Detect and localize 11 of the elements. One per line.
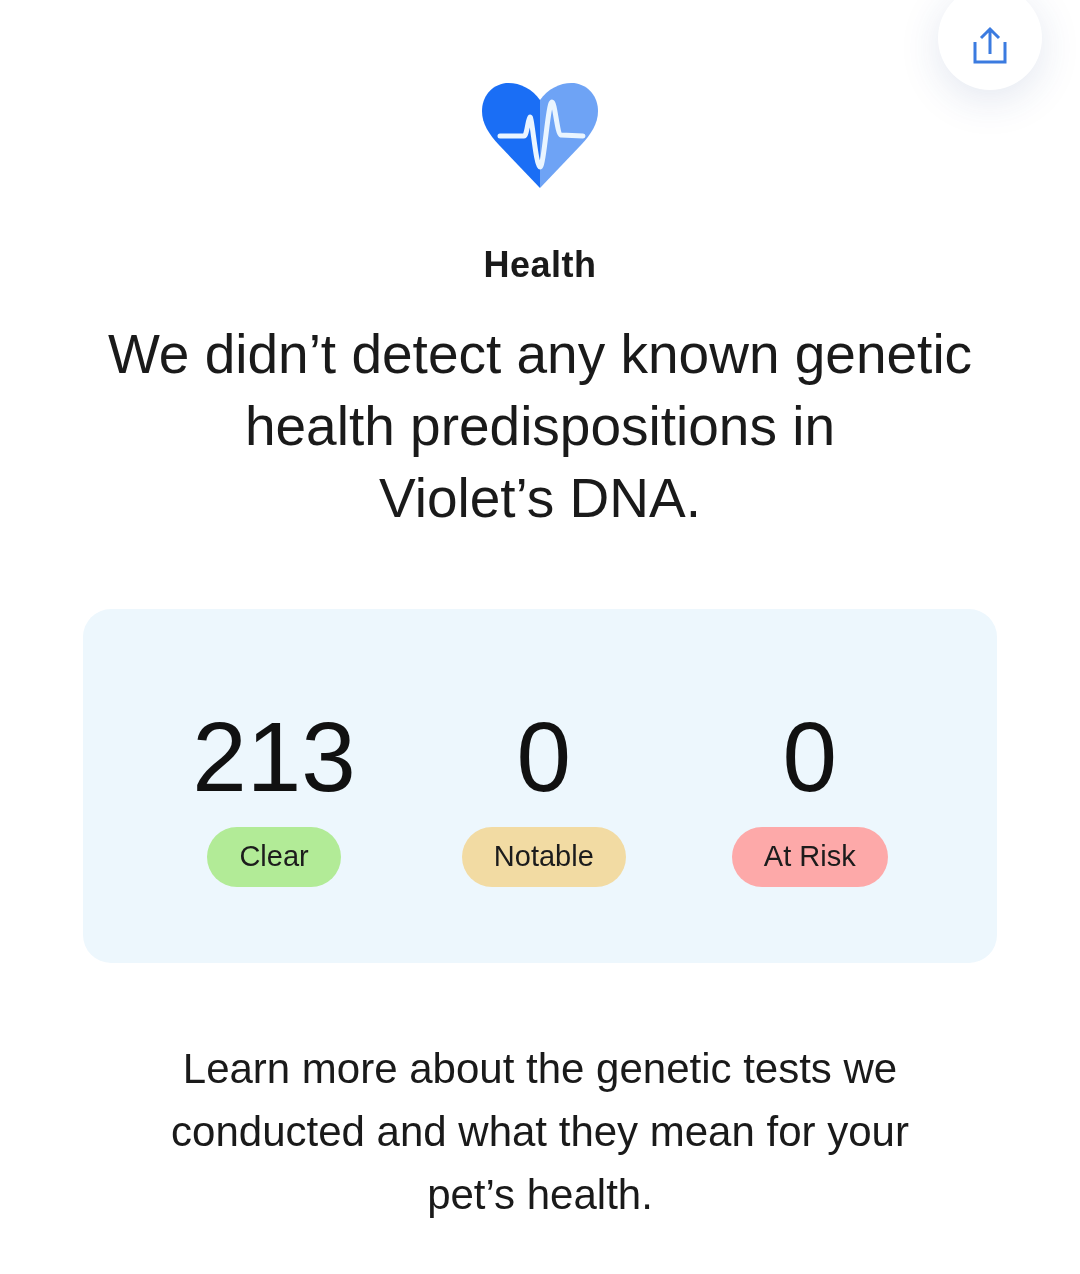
result-count: 0 <box>516 707 572 807</box>
result-count: 0 <box>782 707 837 807</box>
status-tag: Notable <box>461 827 626 887</box>
heart-pulse-icon <box>482 82 598 189</box>
headline-text: We didn’t detect any known genetic health predispositions in Violet’s DNA. <box>106 322 974 531</box>
result-count: 213 <box>192 707 356 807</box>
status-tag: Clear <box>207 827 341 887</box>
status-tag: At Risk <box>731 827 888 887</box>
category-title: Health <box>483 244 597 286</box>
description-text: Learn more about the genetic tests we conducted and what they mean for your pet’s health. <box>170 1044 910 1220</box>
share-icon <box>973 26 1007 64</box>
